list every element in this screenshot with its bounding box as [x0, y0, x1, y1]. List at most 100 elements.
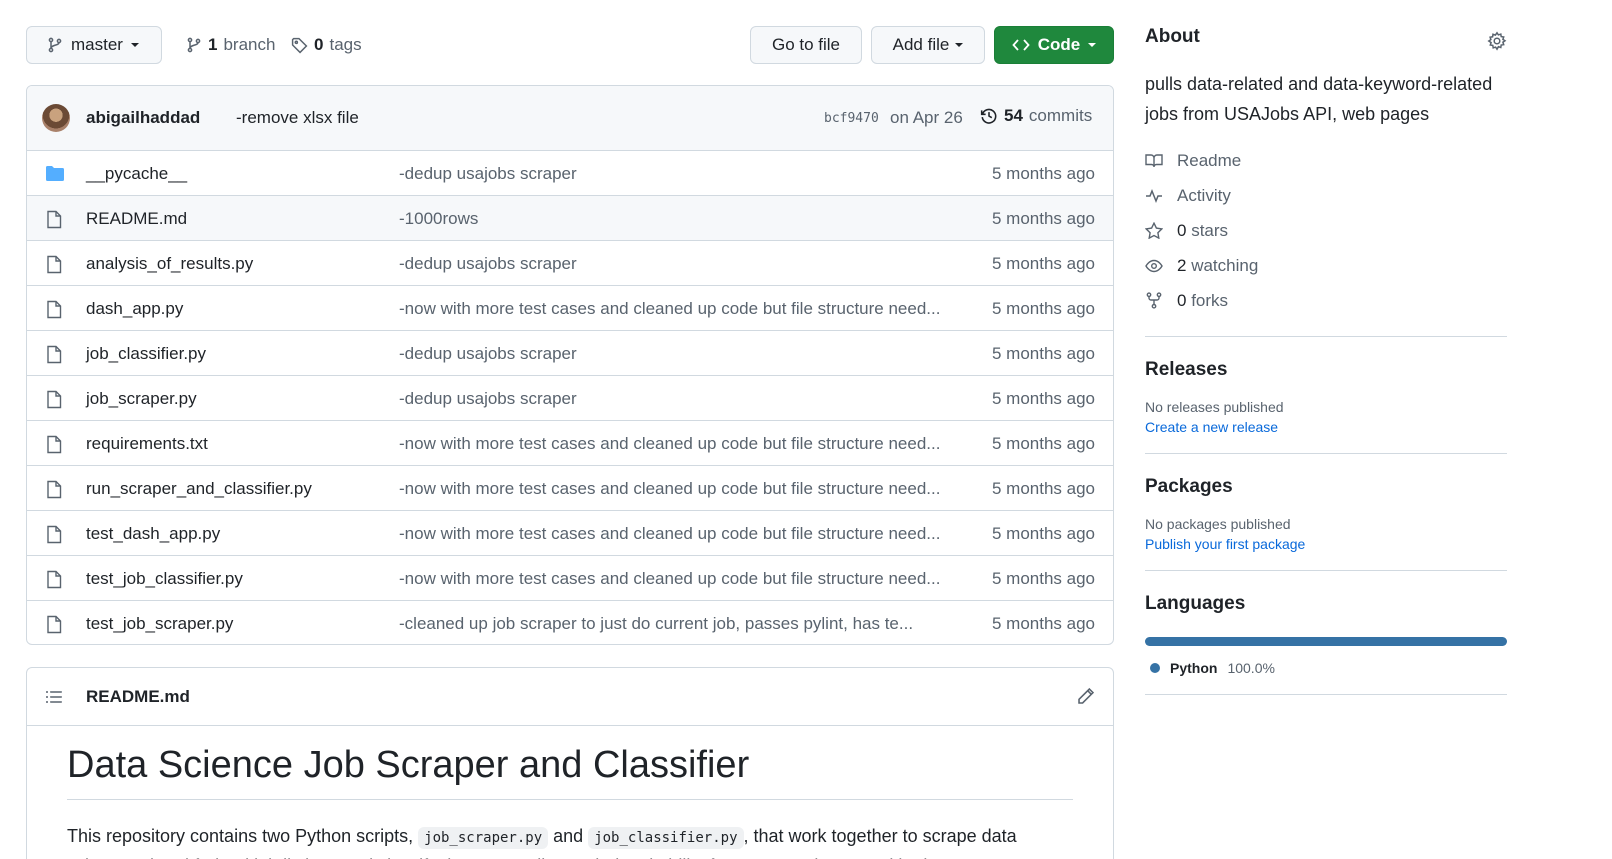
readme-filename[interactable]: README.md [86, 687, 190, 707]
about-header: About [1145, 26, 1507, 60]
language-color-dot [1150, 663, 1160, 673]
file-icon [45, 435, 63, 454]
file-row[interactable]: test_job_scraper.py -cleaned up job scra… [27, 601, 1113, 644]
branch-select-button[interactable]: master [26, 26, 162, 64]
inline-code: job_scraper.py [418, 827, 549, 849]
file-name[interactable]: dash_app.py [86, 299, 183, 319]
file-commit-message[interactable]: -now with more test cases and cleaned up… [399, 569, 939, 589]
file-name[interactable]: test_job_classifier.py [86, 569, 243, 589]
file-row[interactable]: analysis_of_results.py -dedup usajobs sc… [27, 241, 1113, 286]
divider [1145, 570, 1507, 571]
file-row[interactable]: requirements.txt -now with more test cas… [27, 421, 1113, 466]
releases-heading[interactable]: Releases [1145, 359, 1507, 381]
readme-content: Data Science Job Scraper and Classifier … [27, 726, 1113, 859]
file-row[interactable]: job_scraper.py -dedup usajobs scraper 5 … [27, 376, 1113, 421]
add-file-label: Add file [892, 35, 950, 54]
commit-author[interactable]: abigailhaddad [86, 108, 200, 128]
file-name[interactable]: test_job_scraper.py [86, 614, 233, 634]
file-row[interactable]: README.md -1000rows 5 months ago [27, 196, 1113, 241]
tag-label: tags [329, 35, 362, 54]
file-row[interactable]: run_scraper_and_classifier.py -now with … [27, 466, 1113, 511]
file-icon [45, 300, 63, 319]
watchers-link[interactable]: 2 watching [1145, 248, 1507, 283]
file-commit-message[interactable]: -now with more test cases and cleaned up… [399, 524, 939, 544]
list-icon[interactable] [45, 689, 63, 705]
file-commit-message[interactable]: -dedup usajobs scraper [399, 254, 577, 274]
file-commit-message[interactable]: -now with more test cases and cleaned up… [399, 299, 939, 319]
commits-link[interactable]: 54 commits [980, 106, 1092, 126]
history-icon [980, 107, 998, 125]
file-row[interactable]: test_job_classifier.py -now with more te… [27, 556, 1113, 601]
publish-package-link[interactable]: Publish your first package [1145, 536, 1507, 552]
branch-name: master [71, 35, 123, 54]
caret-down-icon [1088, 43, 1097, 47]
file-age: 5 months ago [991, 389, 1095, 408]
file-age: 5 months ago [991, 614, 1095, 633]
gear-icon[interactable] [1487, 31, 1507, 51]
file-commit-message[interactable]: -now with more test cases and cleaned up… [399, 434, 939, 454]
activity-link[interactable]: Activity [1145, 178, 1507, 213]
file-name[interactable]: analysis_of_results.py [86, 254, 253, 274]
repo-description: pulls data-related and data-keyword-rela… [1145, 74, 1493, 124]
file-name[interactable]: job_classifier.py [86, 344, 206, 364]
divider [1145, 453, 1507, 454]
stars-label: stars [1191, 220, 1229, 240]
file-commit-message[interactable]: -cleaned up job scraper to just do curre… [399, 614, 913, 634]
latest-commit-bar: abigailhaddad -remove xlsx file bcf9470 … [27, 86, 1113, 151]
file-icon [45, 255, 63, 274]
tag-icon [291, 37, 308, 54]
branch-label: branch [223, 35, 276, 54]
file-commit-message[interactable]: -dedup usajobs scraper [399, 389, 577, 409]
file-row[interactable]: job_classifier.py -dedup usajobs scraper… [27, 331, 1113, 376]
divider [1145, 694, 1507, 695]
file-browser: abigailhaddad -remove xlsx file bcf9470 … [26, 85, 1114, 645]
file-icon [45, 345, 63, 364]
file-commit-message[interactable]: -dedup usajobs scraper [399, 344, 577, 364]
avatar[interactable] [42, 104, 70, 132]
stars-link[interactable]: 0 stars [1145, 213, 1507, 248]
file-age: 5 months ago [991, 209, 1095, 228]
code-label: Code [1037, 35, 1081, 54]
file-row[interactable]: dash_app.py -now with more test cases an… [27, 286, 1113, 331]
watching-label: watching [1191, 255, 1259, 275]
language-name: Python [1170, 660, 1218, 676]
readme-title: Data Science Job Scraper and Classifier [67, 744, 1073, 800]
code-icon [1012, 37, 1030, 53]
commit-hash[interactable]: bcf9470 [824, 111, 879, 126]
branches-link[interactable]: 1 branch [186, 35, 275, 55]
file-commit-message[interactable]: -now with more test cases and cleaned up… [399, 479, 939, 499]
file-name[interactable]: README.md [86, 209, 187, 229]
add-file-button[interactable]: Add file [871, 26, 985, 64]
pencil-icon[interactable] [1077, 687, 1095, 705]
commit-count-label: commits [1028, 106, 1093, 125]
file-row[interactable]: test_dash_app.py -now with more test cas… [27, 511, 1113, 556]
file-name[interactable]: requirements.txt [86, 434, 208, 454]
packages-empty-text: No packages published [1145, 516, 1291, 532]
file-age: 5 months ago [991, 299, 1095, 318]
file-commit-message[interactable]: -dedup usajobs scraper [399, 164, 577, 184]
file-name[interactable]: job_scraper.py [86, 389, 197, 409]
readme-text: and [548, 826, 589, 846]
commit-message[interactable]: -remove xlsx file [236, 108, 359, 128]
language-item[interactable]: Python 100.0% [1145, 660, 1507, 676]
file-name[interactable]: test_dash_app.py [86, 524, 220, 544]
code-button[interactable]: Code [994, 26, 1114, 64]
file-icon [45, 525, 63, 544]
file-age: 5 months ago [991, 164, 1095, 183]
watching-count: 2 [1177, 255, 1187, 275]
forks-link[interactable]: 0 forks [1145, 283, 1507, 318]
file-row[interactable]: __pycache__ -dedup usajobs scraper 5 mon… [27, 151, 1113, 196]
readme-paragraph: This repository contains two Python scri… [67, 822, 1073, 859]
file-age: 5 months ago [991, 344, 1095, 363]
create-release-link[interactable]: Create a new release [1145, 419, 1507, 435]
file-name[interactable]: __pycache__ [86, 164, 187, 184]
readme-link[interactable]: Readme [1145, 143, 1507, 178]
file-name[interactable]: run_scraper_and_classifier.py [86, 479, 312, 499]
go-to-file-button[interactable]: Go to file [750, 26, 862, 64]
tags-link[interactable]: 0 tags [291, 35, 362, 55]
packages-heading[interactable]: Packages [1145, 476, 1507, 498]
file-commit-message[interactable]: -1000rows [399, 209, 478, 229]
inline-code: job_classifier.py [588, 827, 744, 849]
language-bar [1145, 637, 1507, 646]
file-icon [45, 210, 63, 229]
